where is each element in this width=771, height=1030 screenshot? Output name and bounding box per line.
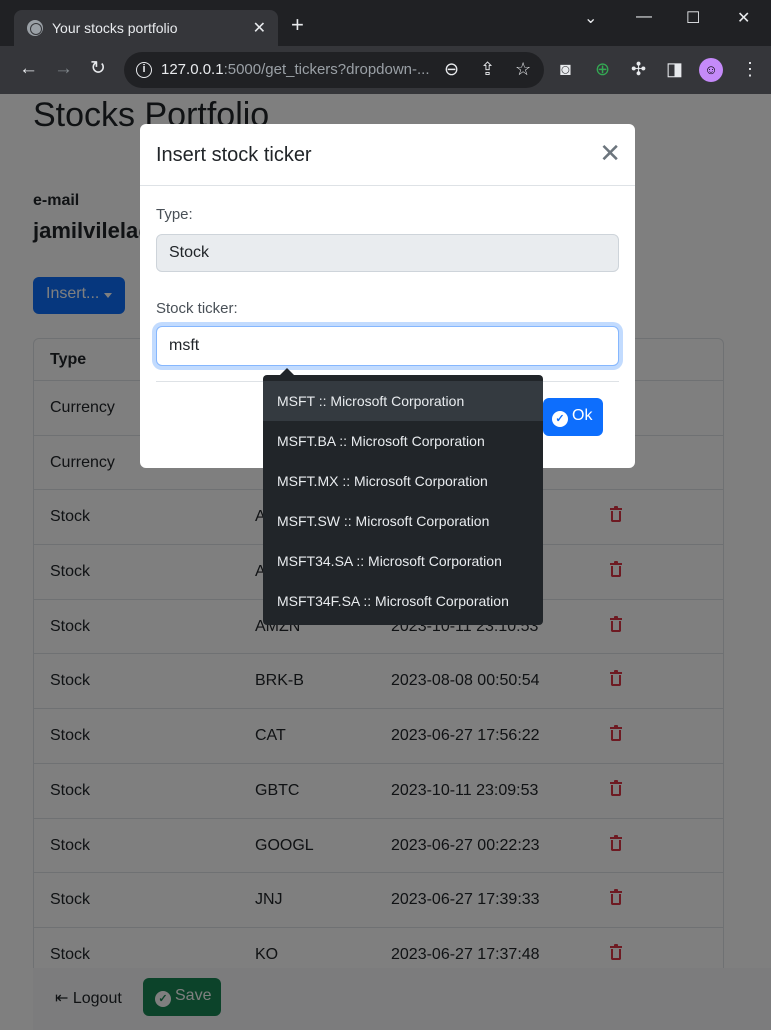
add-extension-icon[interactable]: ⊕ xyxy=(595,58,610,80)
ticker-input[interactable] xyxy=(156,326,619,366)
ticker-label: Stock ticker: xyxy=(156,300,238,317)
ticker-autocomplete-dropdown: MSFT :: Microsoft Corporation MSFT.BA :: … xyxy=(263,368,543,625)
dropdown-item[interactable]: MSFT34.SA :: Microsoft Corporation xyxy=(263,541,543,581)
new-tab-button[interactable]: + xyxy=(291,14,304,36)
camera-extension-icon[interactable]: ◙ xyxy=(560,58,571,80)
dropdown-item[interactable]: MSFT.SW :: Microsoft Corporation xyxy=(263,501,543,541)
ok-label: Ok xyxy=(572,407,593,424)
page-content: Stocks Portfolio e-mail jamilvilela@ Ins… xyxy=(0,94,771,1030)
side-panel-icon[interactable]: ◨ xyxy=(666,58,683,80)
dropdown-item[interactable]: MSFT34F.SA :: Microsoft Corporation xyxy=(263,581,543,621)
back-icon[interactable]: ← xyxy=(19,59,38,79)
bookmark-star-icon[interactable]: ☆ xyxy=(515,59,531,80)
dropdown-item[interactable]: MSFT.BA :: Microsoft Corporation xyxy=(263,421,543,461)
globe-icon xyxy=(27,20,43,36)
browser-toolbar: ← → ↻ i 127.0.0.1:5000/get_tickers?dropd… xyxy=(0,46,771,94)
share-icon[interactable]: ⇪ xyxy=(480,59,495,80)
tab-close-icon[interactable]: ✕ xyxy=(253,18,266,38)
forward-icon[interactable]: → xyxy=(54,59,73,79)
extensions-puzzle-icon[interactable]: ✣ xyxy=(631,58,646,80)
tab-title: Your stocks portfolio xyxy=(52,20,178,36)
reload-icon[interactable]: ↻ xyxy=(90,59,106,79)
check-circle-icon: ✓ xyxy=(552,411,568,427)
type-field: Stock xyxy=(156,234,619,272)
ok-button[interactable]: ✓ Ok xyxy=(543,398,603,436)
dropdown-item[interactable]: MSFT :: Microsoft Corporation xyxy=(263,381,543,421)
chevron-down-icon[interactable]: ⌄ xyxy=(584,8,597,28)
zoom-icon[interactable]: ⊖ xyxy=(444,59,459,80)
modal-title: Insert stock ticker xyxy=(156,144,312,166)
modal-header: Insert stock ticker ✕ xyxy=(140,124,635,186)
address-bar[interactable]: i 127.0.0.1:5000/get_tickers?dropdown-..… xyxy=(124,52,544,88)
type-label: Type: xyxy=(156,206,193,223)
dropdown-item[interactable]: MSFT.MX :: Microsoft Corporation xyxy=(263,461,543,501)
site-info-icon[interactable]: i xyxy=(136,62,152,78)
url-text[interactable]: 127.0.0.1:5000/get_tickers?dropdown-... xyxy=(161,61,430,78)
minimize-button[interactable]: — xyxy=(636,8,652,26)
profile-avatar[interactable]: ☺ xyxy=(699,58,723,82)
close-window-button[interactable]: ✕ xyxy=(737,8,750,28)
browser-tab[interactable]: Your stocks portfolio ✕ xyxy=(14,10,278,46)
browser-tabbar: Your stocks portfolio ✕ + ⌄ — ☐ ✕ xyxy=(0,0,771,46)
menu-kebab-icon[interactable]: ⋮ xyxy=(741,58,759,80)
maximize-button[interactable]: ☐ xyxy=(686,8,700,28)
dropdown-arrow xyxy=(280,368,294,375)
close-icon[interactable]: ✕ xyxy=(599,140,621,166)
